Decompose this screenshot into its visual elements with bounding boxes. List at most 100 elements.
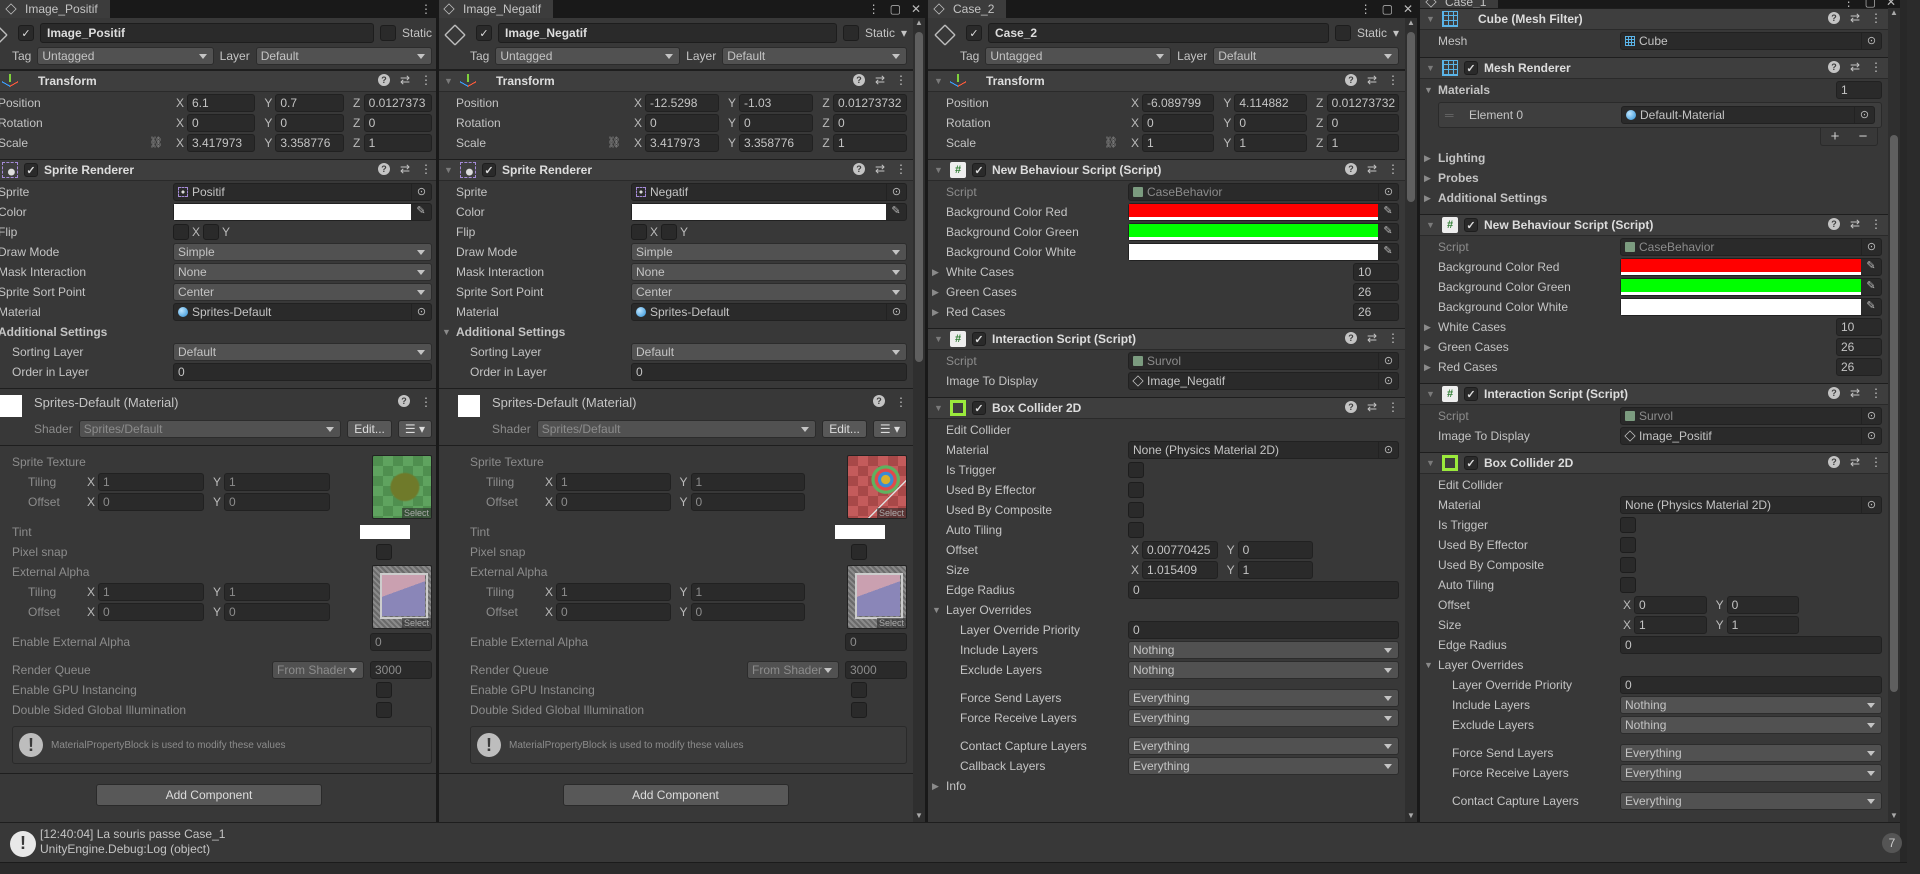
inspector-tab[interactable]: Image_Negatif xyxy=(438,0,554,18)
background-color-red-color-field[interactable]: ✎ xyxy=(1620,258,1882,276)
scale-x-field[interactable]: 3.417973 xyxy=(187,134,256,152)
foldout-closed-icon[interactable]: ▶ xyxy=(932,267,946,278)
offset-x-field[interactable]: 0 xyxy=(556,493,671,511)
position-x-field[interactable]: 6.1 xyxy=(187,94,256,112)
foldout-open-icon[interactable]: ▼ xyxy=(1426,63,1436,73)
component-enabled-checkbox[interactable]: ✓ xyxy=(972,163,986,177)
edge-radius-field[interactable]: 0 xyxy=(1128,581,1399,599)
flip-y-checkbox[interactable] xyxy=(203,224,219,240)
mask-interaction-dropdown[interactable]: None xyxy=(631,263,907,281)
position-y-field[interactable]: -1.03 xyxy=(739,94,813,112)
component-header[interactable]: ▼ ✓ Sprite Renderer? ⇄ ⋮ xyxy=(438,159,913,181)
object-picker-icon[interactable]: ⊙ xyxy=(886,184,906,200)
help-icon[interactable]: ? xyxy=(1827,12,1840,24)
foldout-open-icon[interactable]: ▼ xyxy=(1426,14,1436,24)
is-trigger-checkbox[interactable] xyxy=(1620,517,1636,533)
active-checkbox[interactable]: ✓ xyxy=(18,25,34,41)
remove-element-button[interactable]: − xyxy=(1859,128,1868,145)
white-cases-size-field[interactable]: 10 xyxy=(1353,263,1399,281)
rotation-z-field[interactable]: 0 xyxy=(1326,114,1399,132)
console-message-count[interactable]: 7 xyxy=(1882,833,1902,853)
presets-icon[interactable]: ⇄ xyxy=(400,73,410,87)
rotation-x-field[interactable]: 0 xyxy=(645,114,719,132)
gameobject-icon[interactable] xyxy=(0,24,8,46)
component-menu-icon[interactable]: ⋮ xyxy=(1387,331,1399,345)
console-stack-trace[interactable]: UnityEngine.Debug:Log (object) xyxy=(40,842,210,856)
position-x-field[interactable]: -12.5298 xyxy=(645,94,719,112)
scrollbar-thumb[interactable] xyxy=(1890,135,1898,692)
help-icon[interactable]: ? xyxy=(398,395,410,407)
component-menu-icon[interactable]: ⋮ xyxy=(1387,73,1399,87)
flip-x-checkbox[interactable] xyxy=(173,224,189,240)
size-x-field[interactable]: 1.015409 xyxy=(1142,561,1218,579)
edit-shader-button[interactable]: Edit... xyxy=(347,420,392,438)
foldout-closed-icon[interactable]: ▶ xyxy=(1424,342,1438,353)
scale-x-field[interactable]: 1 xyxy=(1142,134,1215,152)
select-texture-button[interactable]: Select xyxy=(876,508,906,518)
help-icon[interactable]: ? xyxy=(1344,163,1357,175)
render-queue-dropdown[interactable]: From Shader xyxy=(272,661,364,679)
eyedropper-icon[interactable]: ✎ xyxy=(413,204,429,217)
element-0-field[interactable]: Default-Material ⊙ xyxy=(1621,106,1875,124)
object-picker-icon[interactable]: ⊙ xyxy=(1378,373,1398,389)
gameobject-name-input[interactable]: Case_2 xyxy=(988,23,1329,43)
object-picker-icon[interactable]: ⊙ xyxy=(1378,442,1398,458)
tab-menu-icon[interactable]: ⋮ xyxy=(1360,2,1372,16)
background-color-white-color-field[interactable]: ✎ xyxy=(1128,243,1399,261)
foldout-open-icon[interactable]: ▼ xyxy=(934,76,944,86)
rotation-x-field[interactable]: 0 xyxy=(187,114,256,132)
foldout-closed-icon[interactable]: ▶ xyxy=(932,781,946,792)
offset-y-field[interactable]: 0 xyxy=(690,493,805,511)
is-trigger-checkbox[interactable] xyxy=(1128,462,1144,478)
inspector-tab[interactable]: Case_2 xyxy=(928,0,1007,18)
component-enabled-checkbox[interactable]: ✓ xyxy=(972,332,986,346)
vertical-scrollbar[interactable]: ▲ ▼ xyxy=(1405,18,1417,822)
sorting-layer-dropdown[interactable]: Default xyxy=(631,343,907,361)
component-header[interactable]: ▼Transform?⇄⋮ xyxy=(928,70,1405,92)
active-checkbox[interactable]: ✓ xyxy=(476,25,492,41)
shader-dropdown[interactable]: Sprites/Default xyxy=(78,420,342,438)
scroll-up-icon[interactable]: ▲ xyxy=(1405,18,1417,27)
maximize-icon[interactable]: ▢ xyxy=(1382,2,1393,16)
select-texture-button[interactable]: Select xyxy=(401,508,431,518)
sprite-texture-texture-thumbnail[interactable]: Select xyxy=(847,455,907,519)
offset-y-field[interactable]: 0 xyxy=(690,603,805,621)
layer-override-priority-field[interactable]: 0 xyxy=(1128,621,1399,639)
component-menu-icon[interactable]: ⋮ xyxy=(1387,400,1399,414)
object-picker-icon[interactable]: ⊙ xyxy=(1378,184,1398,200)
position-y-field[interactable]: 0.7 xyxy=(275,94,344,112)
layer-override-priority-field[interactable]: 0 xyxy=(1620,676,1882,694)
contact-capture-layers-dropdown[interactable]: Everything xyxy=(1620,792,1882,810)
console-last-message[interactable]: [12:40:04] La souris passe Case_1 xyxy=(40,827,225,841)
select-texture-button[interactable]: Select xyxy=(401,618,431,628)
foldout-closed-icon[interactable]: ▶ xyxy=(1424,322,1438,333)
render-queue-dropdown[interactable]: From Shader xyxy=(747,661,839,679)
element-0-list-element[interactable]: ═ Element 0 Default-Material ⊙ xyxy=(1438,102,1882,128)
component-menu-icon[interactable]: ⋮ xyxy=(420,162,432,176)
add-component-button[interactable]: Add Component xyxy=(562,784,789,806)
double-sided-global-illumination-checkbox[interactable] xyxy=(851,702,867,718)
eyedropper-icon[interactable]: ✎ xyxy=(1380,244,1396,257)
draw-mode-dropdown[interactable]: Simple xyxy=(173,243,432,261)
offset-y-field[interactable]: 0 xyxy=(224,603,330,621)
position-z-field[interactable]: 0.01273732 xyxy=(833,94,907,112)
help-icon[interactable]: ? xyxy=(852,163,865,175)
eyedropper-icon[interactable]: ✎ xyxy=(1380,224,1396,237)
help-icon[interactable]: ? xyxy=(377,74,390,86)
presets-icon[interactable]: ⇄ xyxy=(1850,386,1860,400)
foldout-closed-icon[interactable]: ▶ xyxy=(1424,362,1438,373)
constrain-proportions-icon[interactable]: ⛓ xyxy=(149,136,163,149)
foldout-closed-icon[interactable]: ▶ xyxy=(1424,193,1438,204)
eyedropper-icon[interactable]: ✎ xyxy=(1863,259,1879,272)
scroll-up-icon[interactable]: ▲ xyxy=(1888,8,1900,17)
component-header[interactable]: ▼Transform?⇄⋮ xyxy=(0,70,436,92)
component-enabled-checkbox[interactable]: ✓ xyxy=(1464,218,1478,232)
order-in-layer-field[interactable]: 0 xyxy=(631,363,907,381)
shader-options-button[interactable]: ☰ ▾ xyxy=(872,420,907,438)
foldout-open-icon[interactable]: ▼ xyxy=(934,334,944,344)
position-x-field[interactable]: -6.089799 xyxy=(1142,94,1215,112)
component-enabled-checkbox[interactable]: ✓ xyxy=(1464,61,1478,75)
component-menu-icon[interactable]: ⋮ xyxy=(1870,217,1882,231)
size-x-field[interactable]: 1 xyxy=(1634,616,1707,634)
external-alpha-texture-thumbnail[interactable]: Select xyxy=(372,565,432,629)
